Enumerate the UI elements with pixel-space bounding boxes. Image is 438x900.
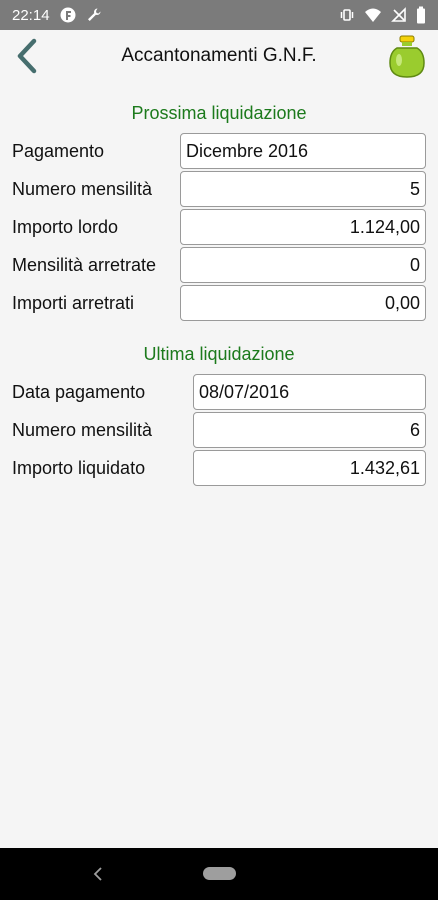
form-row: Pagamento Dicembre 2016: [0, 133, 438, 169]
status-bar: 22:14: [0, 0, 438, 30]
nav-back-icon: [93, 867, 102, 881]
data-pagamento-field[interactable]: 08/07/2016: [193, 374, 426, 410]
field-label: Importo lordo: [12, 216, 119, 237]
jar-button[interactable]: [382, 32, 432, 82]
field-label: Importo liquidato: [12, 457, 146, 478]
field-label: Importi arretrati: [12, 292, 135, 313]
vibrate-icon: [339, 7, 355, 23]
field-label: Numero mensilità: [12, 419, 153, 440]
section-title-last: Ultima liquidazione: [143, 344, 295, 364]
wrench-icon: [86, 7, 102, 23]
field-label: Pagamento: [12, 140, 105, 161]
field-label: Data pagamento: [12, 381, 146, 402]
importo-liquidato-field[interactable]: 1.432,61: [193, 450, 426, 486]
form-row: Importi arretrati 0,00: [0, 285, 438, 321]
importo-lordo-field[interactable]: 1.124,00: [180, 209, 426, 245]
numero-mensilita-field[interactable]: 6: [193, 412, 426, 448]
form-row: Data pagamento 08/07/2016: [0, 374, 438, 410]
home-pill-icon[interactable]: [203, 867, 236, 880]
mensilita-arretrate-field[interactable]: 0: [180, 247, 426, 283]
form-row: Numero mensilità 6: [0, 412, 438, 448]
no-sim-icon: [391, 7, 407, 23]
form-row: Mensilità arretrate 0: [0, 247, 438, 283]
numero-mensilita-field[interactable]: 5: [180, 171, 426, 207]
nav-back-button[interactable]: [88, 862, 108, 886]
wifi-icon: [364, 7, 382, 23]
status-time: 22:14: [12, 6, 50, 24]
field-label: Numero mensilità: [12, 178, 153, 199]
pagamento-field[interactable]: Dicembre 2016: [180, 133, 426, 169]
f-logo-icon: [60, 7, 76, 23]
page-title: Accantonamenti G.N.F.: [121, 45, 317, 66]
form-row: Importo lordo 1.124,00: [0, 209, 438, 245]
app-bar: Accantonamenti G.N.F.: [0, 30, 438, 82]
navigation-bar: [0, 848, 438, 900]
section-title-next: Prossima liquidazione: [131, 103, 307, 123]
field-label: Mensilità arretrate: [12, 254, 157, 275]
form-row: Importo liquidato 1.432,61: [0, 450, 438, 486]
importi-arretrati-field[interactable]: 0,00: [180, 285, 426, 321]
battery-icon: [416, 6, 426, 24]
jar-icon: [389, 35, 425, 78]
form-row: Numero mensilità 5: [0, 171, 438, 207]
